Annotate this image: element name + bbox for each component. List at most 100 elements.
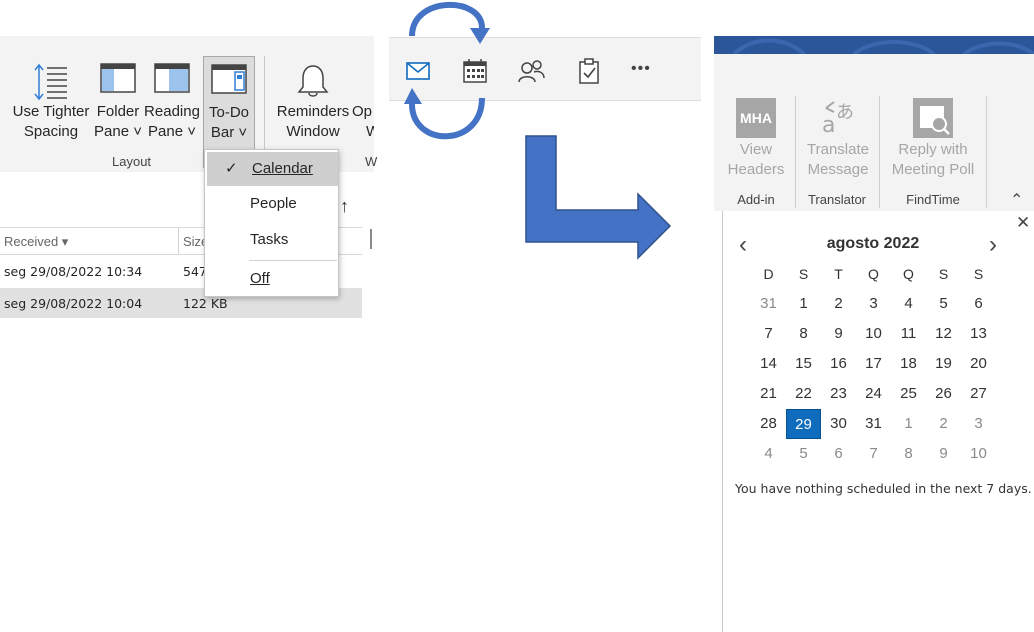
todo-bar-icon [211, 63, 247, 101]
todo-bar-menu: ✓ Calendar People Tasks Off [204, 149, 339, 297]
calendar-day[interactable]: 9 [926, 439, 961, 469]
mha-icon: MHA [736, 98, 776, 138]
calendar-day[interactable]: 15 [786, 349, 821, 379]
calendar-day[interactable]: 4 [751, 439, 786, 469]
pane-splitter[interactable] [370, 229, 372, 249]
ribbon-divider [879, 96, 880, 208]
calendar-day[interactable]: 7 [856, 439, 891, 469]
menu-item-calendar[interactable]: ✓ Calendar [207, 152, 338, 186]
translate-icon: a あ [818, 98, 858, 138]
use-tighter-spacing-button[interactable]: Use Tighter Spacing [8, 56, 94, 168]
calendar-day[interactable]: 14 [751, 349, 786, 379]
menu-item-label: People [250, 195, 297, 212]
close-icon[interactable]: ✕ [1016, 213, 1030, 233]
ribbon-divider [795, 96, 796, 208]
column-received[interactable]: Received ▾ [4, 234, 68, 250]
calendar-day[interactable]: 11 [891, 319, 926, 349]
calendar-day[interactable]: 28 [751, 409, 786, 439]
button-label-line1: View [739, 141, 773, 158]
calendar-day[interactable]: 31 [751, 289, 786, 319]
reading-pane-button[interactable]: Reading Pane ˅ [144, 56, 200, 168]
size-cell: 122 KB [183, 296, 228, 311]
empty-schedule-message: You have nothing scheduled in the next 7… [735, 481, 1032, 496]
menu-item-tasks[interactable]: Tasks [205, 223, 338, 257]
calendar-day[interactable]: 12 [926, 319, 961, 349]
calendar-day[interactable]: 26 [926, 379, 961, 409]
weekday-header: S [938, 266, 949, 282]
calendar-day[interactable]: 5 [926, 289, 961, 319]
meeting-poll-icon [913, 98, 953, 138]
translator-group-label: Translator [807, 192, 867, 207]
calendar-day[interactable]: 6 [821, 439, 856, 469]
tasks-icon[interactable] [576, 58, 602, 84]
column-divider[interactable] [178, 228, 179, 254]
calendar-day[interactable]: 18 [891, 349, 926, 379]
calendar-day[interactable]: 25 [891, 379, 926, 409]
calendar-day[interactable]: 27 [961, 379, 996, 409]
menu-item-off[interactable]: Off [205, 262, 338, 296]
month-title: agosto 2022 [826, 235, 920, 252]
calendar-day[interactable]: 1 [786, 289, 821, 319]
ribbon-addins: MHA View Headers a あ Translate Message R… [714, 36, 1034, 211]
calendar-day[interactable]: 30 [821, 409, 856, 439]
calendar-day[interactable]: 13 [961, 319, 996, 349]
bell-icon [296, 62, 330, 106]
calendar-day[interactable]: 23 [821, 379, 856, 409]
button-label-line2: Headers [727, 161, 785, 178]
calendar-day[interactable]: 3 [961, 409, 996, 439]
button-label-line1: Translate [807, 141, 869, 158]
button-label-line2: Pane ˅ [148, 123, 196, 140]
menu-separator [249, 260, 337, 261]
sort-direction-icon[interactable]: ↑ [340, 196, 349, 217]
weekday-header: D [763, 266, 774, 282]
button-label-line2: Pane ˅ [94, 123, 142, 140]
calendar-day[interactable]: 9 [821, 319, 856, 349]
calendar-day[interactable]: 2 [926, 409, 961, 439]
calendar-day[interactable]: 3 [856, 289, 891, 319]
view-headers-button[interactable]: MHA View Headers [722, 98, 790, 180]
weekday-header: Q [868, 266, 879, 282]
calendar-day[interactable]: 10 [961, 439, 996, 469]
calendar-day[interactable]: 2 [821, 289, 856, 319]
weekday-header: T [834, 266, 843, 282]
calendar-day[interactable]: 19 [926, 349, 961, 379]
calendar-day[interactable]: 1 [891, 409, 926, 439]
button-label-line1: Op [352, 103, 373, 120]
calendar-day[interactable]: 16 [821, 349, 856, 379]
collapse-ribbon-icon[interactable]: ⌃ [1010, 190, 1023, 210]
button-label-line1: Use Tighter [12, 103, 90, 120]
calendar-day[interactable]: 7 [751, 319, 786, 349]
received-cell: seg 29/08/2022 10:34 [4, 264, 143, 279]
calendar-day[interactable]: 17 [856, 349, 891, 379]
menu-item-people[interactable]: People [205, 187, 338, 221]
calendar-day[interactable]: 6 [961, 289, 996, 319]
button-label-line1: Folder [96, 103, 140, 120]
calendar-day[interactable]: 8 [891, 439, 926, 469]
folder-pane-button[interactable]: Folder Pane ˅ [94, 56, 142, 168]
reply-with-meeting-poll-button[interactable]: Reply with Meeting Poll [886, 98, 980, 180]
svg-text:あ: あ [836, 102, 854, 123]
calendar-day-today[interactable]: 29 [786, 409, 821, 439]
button-label-line1: Reading [144, 103, 200, 120]
open-in-new-window-button[interactable]: Op W [352, 56, 374, 168]
calendar-day[interactable]: 22 [786, 379, 821, 409]
calendar-day[interactable]: 31 [856, 409, 891, 439]
calendar-day[interactable]: 5 [786, 439, 821, 469]
button-label-line2: Window [286, 123, 340, 140]
title-bar [714, 36, 1034, 54]
calendar-day[interactable]: 24 [856, 379, 891, 409]
calendar-day[interactable]: 21 [751, 379, 786, 409]
button-label-line1: Reminders [276, 103, 350, 120]
button-label-line1: Reply with [898, 141, 968, 158]
button-label-line2: Message [807, 161, 869, 178]
translate-message-button[interactable]: a あ Translate Message [802, 98, 874, 180]
button-label-line2: Bar ˅ [210, 124, 248, 141]
calendar-day[interactable]: 4 [891, 289, 926, 319]
next-month-icon[interactable]: › [989, 231, 997, 259]
calendar-day[interactable]: 10 [856, 319, 891, 349]
people-icon[interactable] [517, 58, 545, 84]
calendar-day[interactable]: 8 [786, 319, 821, 349]
more-icon[interactable]: ••• [631, 60, 651, 78]
ribbon-divider [986, 96, 987, 208]
calendar-day[interactable]: 20 [961, 349, 996, 379]
